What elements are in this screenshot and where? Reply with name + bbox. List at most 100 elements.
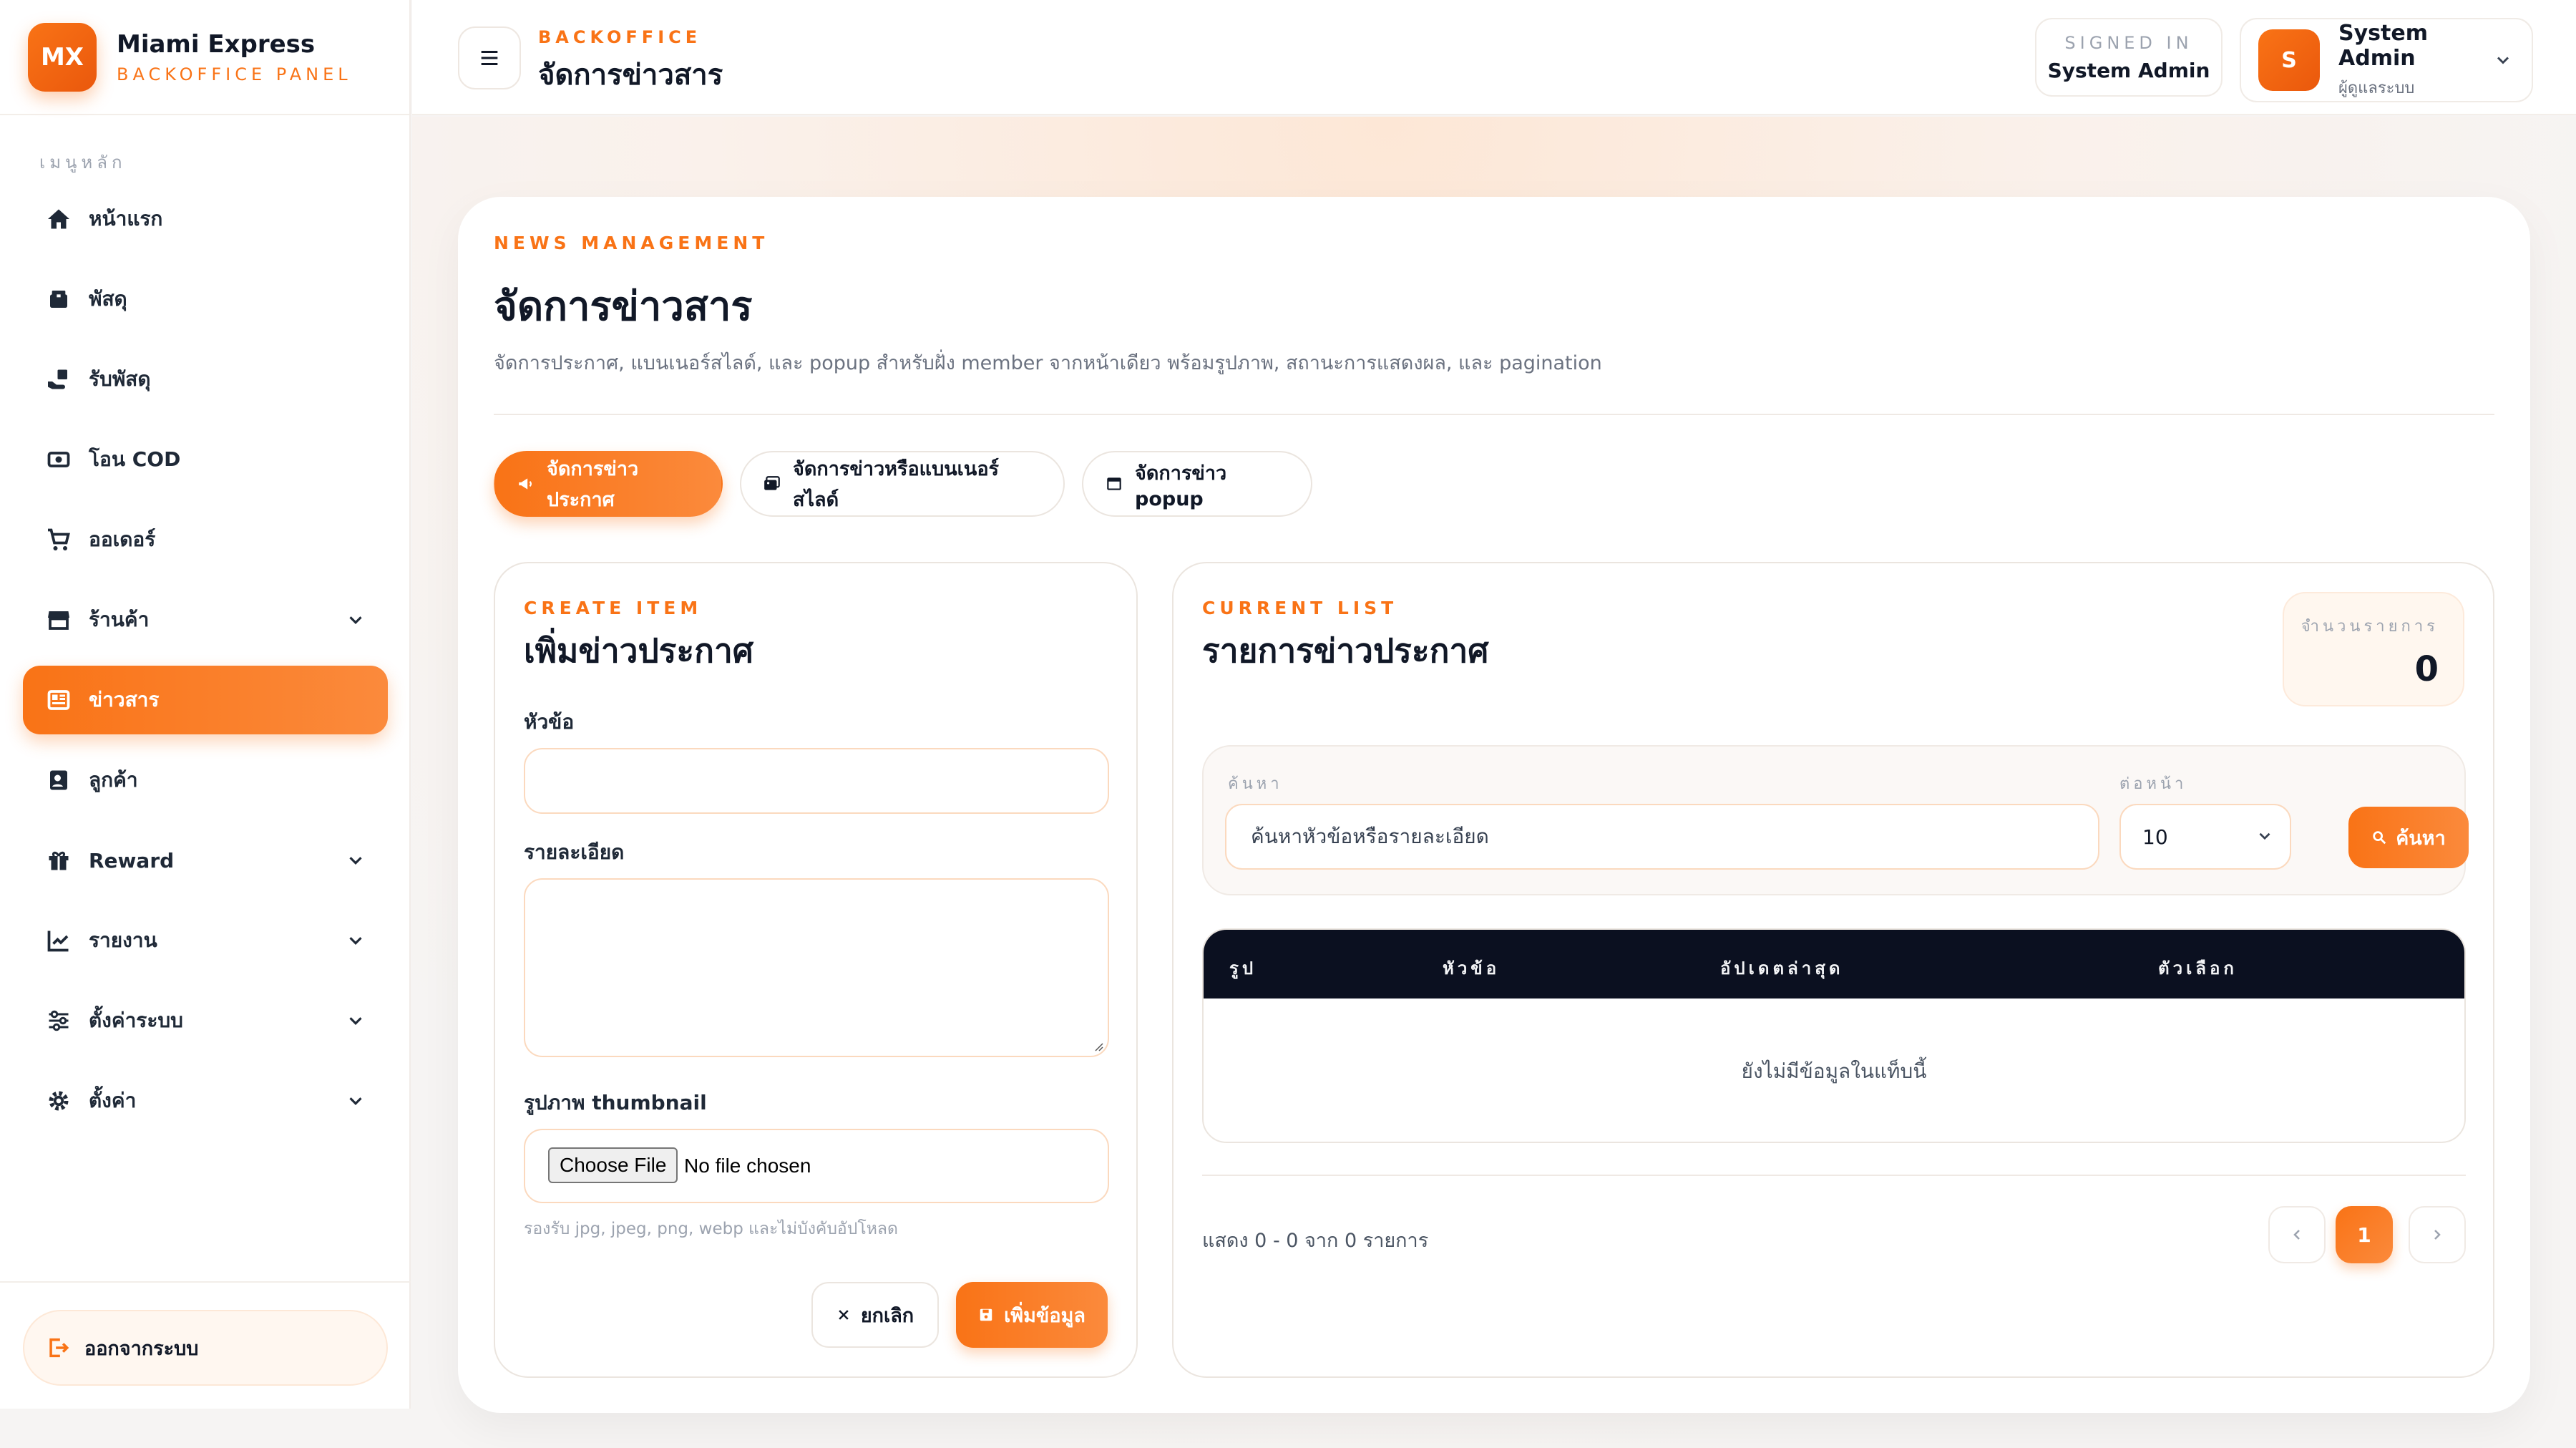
page-description: จัดการประกาศ, แบนเนอร์สไลด์, และ popup ส… xyxy=(494,352,1602,374)
choose-file-button[interactable]: Choose File xyxy=(548,1147,678,1183)
hamburger-icon xyxy=(481,50,498,66)
detail-label: รายละเอียด xyxy=(524,840,625,864)
column-header-image: รูป xyxy=(1229,958,1257,978)
receive-parcel-icon xyxy=(44,365,73,394)
sidebar-item-customers[interactable]: ลูกค้า xyxy=(23,746,388,815)
search-input[interactable]: ค้นหาหัวข้อหรือรายละเอียด xyxy=(1225,804,2099,870)
sidebar-item-home[interactable]: หน้าแรก xyxy=(23,185,388,253)
per-page-value: 10 xyxy=(2142,825,2168,849)
sidebar-item-label: ร้านค้า xyxy=(89,608,150,631)
chevron-left-icon xyxy=(2293,1230,2300,1240)
home-icon xyxy=(44,205,73,233)
brand-subtitle: BACKOFFICE PANEL xyxy=(117,64,352,84)
thumbnail-label: รูปภาพ thumbnail xyxy=(524,1091,707,1114)
pagination-page-1[interactable]: 1 xyxy=(2336,1206,2393,1263)
tab-announcements[interactable]: จัดการข่าวประกาศ xyxy=(494,451,723,517)
page-kicker: NEWS MANAGEMENT xyxy=(494,233,769,253)
create-kicker: CREATE ITEM xyxy=(524,598,703,618)
sidebar-item-stores[interactable]: ร้านค้า xyxy=(23,585,388,654)
resize-handle-icon[interactable] xyxy=(1092,1040,1103,1051)
sidebar-item-label: Reward xyxy=(89,848,175,873)
cancel-button[interactable]: ยกเลิก xyxy=(811,1282,939,1348)
per-page-label: ต่อหน้า xyxy=(2119,775,2187,793)
logout-button[interactable]: ออกจากระบบ xyxy=(23,1310,388,1386)
close-icon xyxy=(836,1308,851,1322)
logout-label: ออกจากระบบ xyxy=(84,1337,199,1360)
add-item-button[interactable]: เพิ่มข้อมูล xyxy=(956,1282,1108,1348)
create-item-panel: CREATE ITEM เพิ่มข่าวประกาศ หัวข้อ รายละ… xyxy=(494,562,1138,1378)
chevron-down-icon xyxy=(349,1017,362,1025)
top-bar: BACKOFFICE จัดการข่าวสาร SIGNED IN Syste… xyxy=(412,0,2576,115)
search-label: ค้นหา xyxy=(1228,775,1283,793)
list-kicker: CURRENT LIST xyxy=(1202,598,1398,618)
sidebar-item-label: โอน COD xyxy=(89,447,181,471)
current-list-panel: CURRENT LIST รายการข่าวประกาศ จำนวนรายกา… xyxy=(1172,562,2494,1378)
money-transfer-icon xyxy=(44,445,73,474)
sidebar-item-settings[interactable]: ตั้งค่า xyxy=(23,1066,388,1135)
thumbnail-file-input[interactable]: Choose File No file chosen xyxy=(524,1129,1109,1203)
store-icon xyxy=(44,606,73,634)
search-panel: ค้นหา ต่อหน้า ค้นหาหัวข้อหรือรายละเอียด … xyxy=(1202,745,2469,895)
title-input[interactable] xyxy=(524,748,1109,814)
images-icon xyxy=(763,475,781,493)
search-button[interactable]: ค้นหา xyxy=(2348,807,2469,868)
sidebar-item-label: รายงาน xyxy=(89,928,157,952)
chevron-down-icon xyxy=(349,857,362,865)
page-title: จัดการข่าวสาร xyxy=(494,283,753,330)
sidebar-item-label: ออเดอร์ xyxy=(89,528,156,551)
sidebar-item-label: พัสดุ xyxy=(89,287,127,311)
tab-popup[interactable]: จัดการข่าว popup xyxy=(1082,451,1312,517)
sidebar-item-cod-transfer[interactable]: โอน COD xyxy=(23,425,388,494)
chart-line-icon xyxy=(44,926,73,955)
thumbnail-hint: รองรับ jpg, jpeg, png, webp และไม่บังคับ… xyxy=(524,1220,898,1238)
search-icon xyxy=(2371,830,2387,845)
sidebar-divider xyxy=(0,1281,411,1283)
sidebar-item-label: หน้าแรก xyxy=(89,207,163,230)
divider xyxy=(1202,1175,2466,1176)
sidebar-item-label: ข่าวสาร xyxy=(89,688,160,711)
logout-icon xyxy=(46,1336,70,1360)
sidebar-item-orders[interactable]: ออเดอร์ xyxy=(23,505,388,574)
sidebar-menu: หน้าแรก พัสดุ รับพัสดุ โอน COD ออเดอร์ ร… xyxy=(23,185,388,1147)
gift-icon xyxy=(44,846,73,875)
menu-toggle-button[interactable] xyxy=(458,26,521,89)
table-header: รูป หัวข้อ อัปเดตล่าสุด ตัวเลือก xyxy=(1204,930,2464,998)
sidebar-item-receive-parcels[interactable]: รับพัสดุ xyxy=(23,345,388,414)
pagination-prev-button[interactable] xyxy=(2268,1206,2326,1263)
chevron-down-icon xyxy=(349,616,362,624)
menu-heading: เมนูหลัก xyxy=(39,152,127,173)
signed-in-badge: SIGNED IN System Admin xyxy=(2035,18,2223,97)
breadcrumb-kicker: BACKOFFICE xyxy=(538,27,702,47)
empty-state: ยังไม่มีข้อมูลในแท็บนี้ xyxy=(1741,1059,1927,1083)
per-page-select[interactable]: 10 xyxy=(2119,804,2291,870)
package-icon xyxy=(44,285,73,314)
news-table: รูป หัวข้อ อัปเดตล่าสุด ตัวเลือก ยังไม่ม… xyxy=(1202,928,2466,1143)
column-header-title: หัวข้อ xyxy=(1443,958,1501,978)
tab-banner-slides[interactable]: จัดการข่าวหรือแบนเนอร์สไลด์ xyxy=(740,451,1065,517)
avatar: S xyxy=(2258,29,2320,91)
signed-in-user: System Admin xyxy=(2047,58,2210,82)
pagination-next-button[interactable] xyxy=(2409,1206,2466,1263)
sidebar-item-system-settings[interactable]: ตั้งค่าระบบ xyxy=(23,986,388,1055)
item-count-label: จำนวนรายการ xyxy=(2301,618,2439,636)
column-header-updated: อัปเดตล่าสุด xyxy=(1720,958,1844,978)
item-count-value: 0 xyxy=(2414,649,2439,689)
sidebar-item-label: ตั้งค่า xyxy=(89,1089,137,1112)
user-menu[interactable]: S System Admin ผู้ดูแลระบบ xyxy=(2240,18,2533,102)
chevron-down-icon xyxy=(2497,57,2509,64)
sidebar-item-news[interactable]: ข่าวสาร xyxy=(23,666,388,734)
add-item-label: เพิ่มข้อมูล xyxy=(1004,1304,1085,1327)
chevron-down-icon xyxy=(349,1097,362,1105)
tab-label: จัดการข่าวประกาศ xyxy=(547,458,639,511)
sidebar-item-reward[interactable]: Reward xyxy=(23,826,388,895)
sidebar-item-reports[interactable]: รายงาน xyxy=(23,906,388,975)
detail-textarea[interactable] xyxy=(524,878,1109,1057)
chevron-down-icon xyxy=(2259,832,2270,840)
signed-in-label: SIGNED IN xyxy=(2064,32,2193,53)
cart-icon xyxy=(44,525,73,554)
window-icon xyxy=(1105,475,1123,493)
brand[interactable]: MX Miami Express BACKOFFICE PANEL xyxy=(0,0,409,115)
sidebar-item-parcels[interactable]: พัสดุ xyxy=(23,265,388,334)
user-name: System Admin xyxy=(2338,20,2428,71)
create-title: เพิ่มข่าวประกาศ xyxy=(524,631,753,670)
